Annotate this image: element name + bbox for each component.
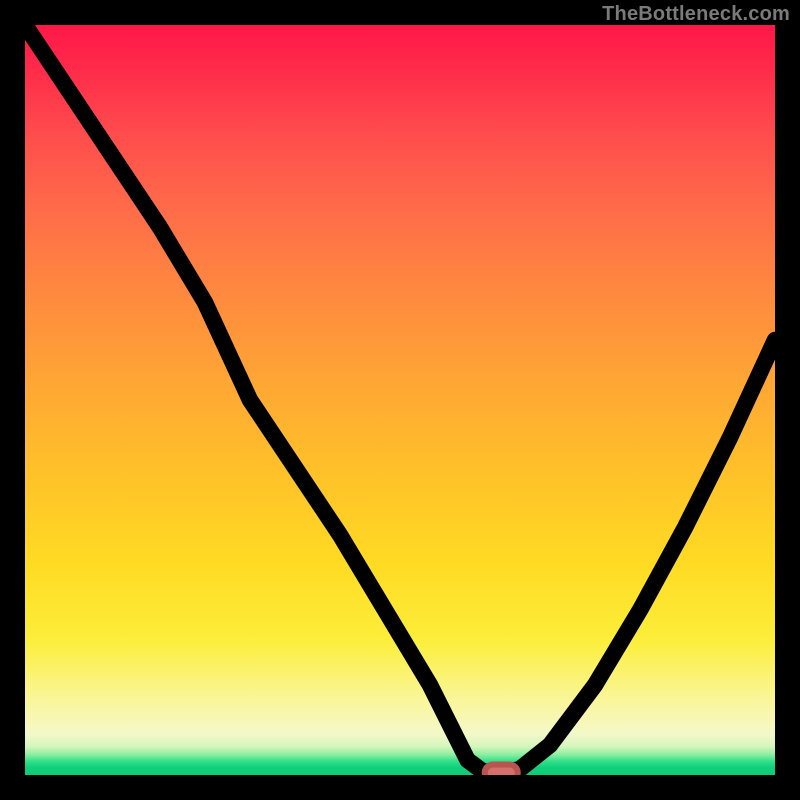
- plot-area: [25, 25, 775, 775]
- minimum-marker: [485, 765, 518, 776]
- bottleneck-curve: [25, 25, 775, 773]
- watermark-text: TheBottleneck.com: [602, 3, 790, 26]
- curve-layer: [25, 25, 775, 775]
- chart-frame: TheBottleneck.com: [0, 0, 800, 800]
